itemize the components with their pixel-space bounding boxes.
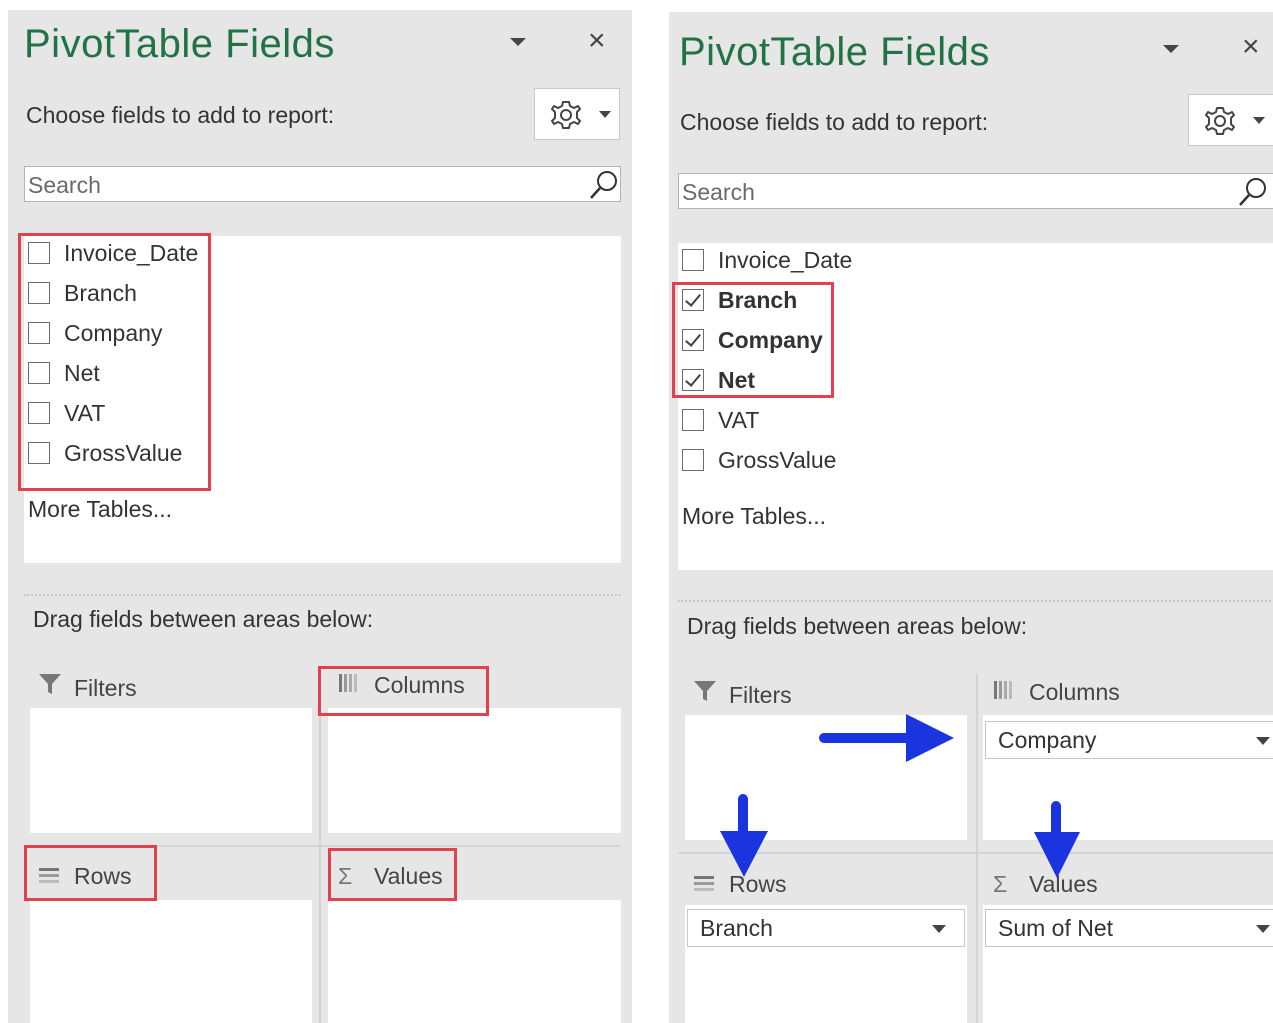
- filter-icon: [693, 679, 719, 709]
- arrow-down-icon: [720, 794, 768, 877]
- gear-icon: [1205, 107, 1235, 135]
- choose-fields-label: Choose fields to add to report:: [680, 109, 989, 135]
- field-label: Invoice_Date: [718, 247, 853, 273]
- chevron-down-icon: [1253, 117, 1265, 124]
- highlight-checked-fields: [672, 282, 834, 398]
- filters-label: Filters: [74, 675, 137, 701]
- rows-drop-area[interactable]: [30, 900, 312, 1023]
- area-separator: [976, 674, 978, 1023]
- rows-drop-area[interactable]: Branch: [685, 905, 967, 1023]
- field-checkbox[interactable]: [682, 409, 704, 431]
- panel-title: PivotTable Fields: [24, 22, 335, 66]
- chevron-down-icon: [599, 111, 611, 118]
- search-placeholder: Search: [28, 172, 101, 198]
- chip-label: Company: [998, 727, 1097, 753]
- columns-area-label: Columns: [993, 679, 1120, 706]
- chevron-down-icon[interactable]: [1256, 925, 1270, 933]
- chevron-down-icon[interactable]: [932, 925, 946, 933]
- divider: [24, 594, 621, 596]
- tools-button[interactable]: [534, 88, 620, 140]
- search-field[interactable]: Search: [24, 166, 621, 202]
- highlight-values: [328, 848, 457, 901]
- more-tables-link[interactable]: More Tables...: [28, 496, 172, 523]
- columns-icon: [993, 679, 1019, 706]
- arrow-right-icon: [819, 714, 954, 762]
- chip-label: Sum of Net: [998, 915, 1114, 941]
- filters-drop-area[interactable]: [30, 708, 312, 833]
- values-drop-area[interactable]: Sum of Net: [983, 905, 1273, 1023]
- field-checkbox[interactable]: [682, 249, 704, 271]
- field-label: VAT: [718, 407, 760, 433]
- search-field[interactable]: Search: [678, 173, 1273, 209]
- choose-fields-label: Choose fields to add to report:: [26, 102, 335, 128]
- tools-button[interactable]: [1188, 94, 1273, 146]
- search-icon: [590, 171, 617, 199]
- more-tables-link[interactable]: More Tables...: [682, 503, 826, 530]
- filters-area-label: Filters: [38, 672, 137, 702]
- columns-drop-area[interactable]: [328, 708, 621, 833]
- columns-drop-area[interactable]: Company: [983, 715, 1273, 840]
- drag-fields-label: Drag fields between areas below:: [33, 606, 374, 632]
- columns-field-company[interactable]: Company: [985, 721, 1273, 759]
- field-label: GrossValue: [718, 447, 837, 473]
- chip-label: Branch: [700, 915, 773, 941]
- drag-fields-label: Drag fields between areas below:: [687, 613, 1028, 639]
- divider: [678, 600, 1273, 602]
- highlight-rows: [24, 845, 157, 901]
- highlight-field-list: [18, 233, 211, 491]
- arrow-down-icon: [1034, 801, 1080, 878]
- filter-icon: [38, 672, 64, 702]
- panel-title: PivotTable Fields: [679, 30, 990, 74]
- filters-label: Filters: [729, 682, 792, 708]
- values-field-sum-of-net[interactable]: Sum of Net: [985, 909, 1273, 947]
- search-placeholder: Search: [682, 179, 755, 205]
- gear-icon: [551, 101, 581, 129]
- rows-field-branch[interactable]: Branch: [687, 909, 965, 947]
- close-icon[interactable]: ×: [588, 26, 606, 56]
- values-drop-area[interactable]: [328, 900, 621, 1023]
- columns-label: Columns: [1029, 679, 1120, 705]
- field-checkbox[interactable]: [682, 449, 704, 471]
- sigma-icon: Σ: [993, 871, 1008, 897]
- highlight-columns: [318, 666, 489, 716]
- filters-area-label: Filters: [693, 679, 792, 709]
- search-icon: [1239, 178, 1266, 206]
- panel-options-dropdown-icon[interactable]: [1163, 45, 1179, 53]
- close-icon[interactable]: ×: [1242, 32, 1260, 62]
- chevron-down-icon[interactable]: [1256, 737, 1270, 745]
- panel-options-dropdown-icon[interactable]: [510, 38, 526, 46]
